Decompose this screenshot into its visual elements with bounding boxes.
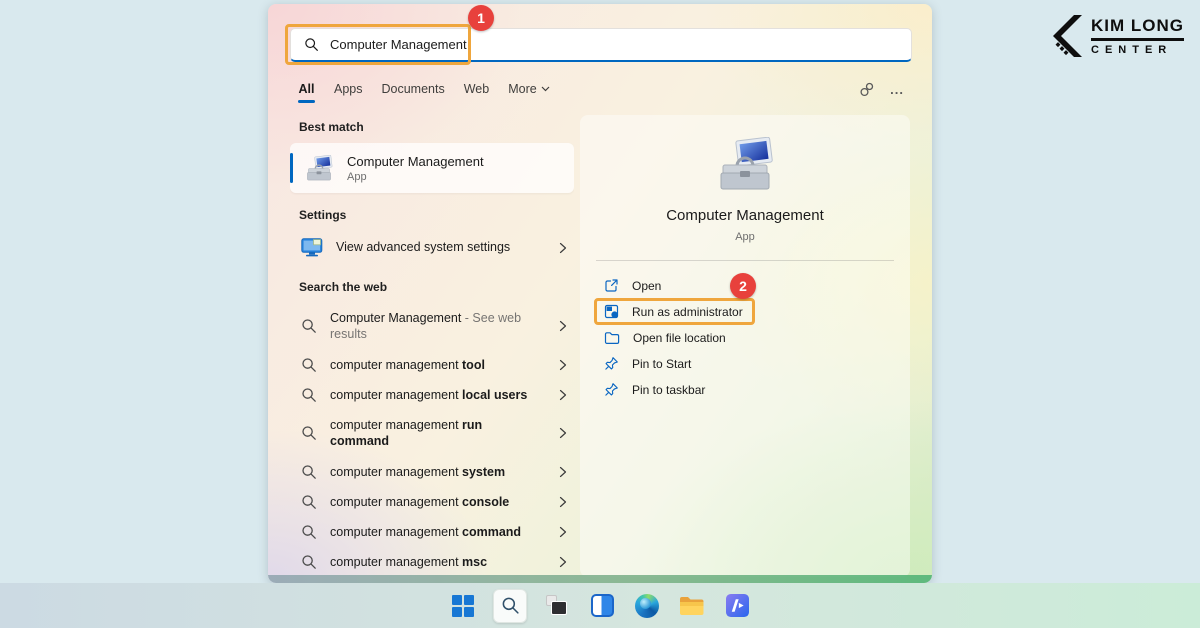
chevron-right-icon bbox=[558, 358, 568, 372]
best-match-name: Computer Management bbox=[347, 154, 484, 169]
detail-app-type: App bbox=[735, 231, 755, 243]
chevron-right-icon bbox=[558, 525, 568, 539]
search-query-text: Computer Management bbox=[330, 37, 467, 52]
results-column: Best match Computer Management App Setti… bbox=[290, 120, 574, 577]
tab-more[interactable]: More bbox=[508, 82, 549, 103]
tab-all[interactable]: All bbox=[298, 82, 315, 103]
edge-icon[interactable] bbox=[632, 591, 662, 621]
open-icon bbox=[604, 278, 619, 293]
file-explorer-icon[interactable] bbox=[677, 591, 707, 621]
annotation-badge-2: 2 bbox=[730, 273, 756, 299]
chevron-right-icon bbox=[558, 495, 568, 509]
web-suggestion-row[interactable]: computer management console bbox=[290, 487, 574, 517]
tab-apps[interactable]: Apps bbox=[334, 82, 363, 103]
selection-accent-bar bbox=[290, 153, 293, 183]
chevron-right-icon bbox=[558, 319, 568, 333]
taskbar-search-icon[interactable] bbox=[493, 589, 527, 623]
app-detail-card: Computer Management App Open bbox=[580, 115, 910, 577]
section-label-best-match: Best match bbox=[299, 120, 574, 134]
chevron-right-icon bbox=[558, 241, 568, 255]
kimlong-logo: KIM LONG CENTER bbox=[1049, 14, 1184, 58]
pin-icon bbox=[604, 356, 619, 371]
chevron-down-icon bbox=[541, 86, 550, 92]
taskbar bbox=[0, 583, 1200, 628]
search-icon bbox=[301, 387, 317, 403]
search-flyout-panel: Computer Management 1 All Apps Documents… bbox=[268, 4, 932, 583]
action-open-file-location[interactable]: Open file location bbox=[601, 325, 910, 350]
tab-documents[interactable]: Documents bbox=[382, 82, 445, 103]
search-icon bbox=[301, 425, 317, 441]
tab-web[interactable]: Web bbox=[464, 82, 489, 103]
chevron-right-icon bbox=[558, 465, 568, 479]
search-icon bbox=[301, 554, 317, 570]
media-player-icon[interactable] bbox=[722, 591, 752, 621]
search-icon bbox=[301, 524, 317, 540]
web-suggestion-row[interactable]: computer management msc bbox=[290, 547, 574, 577]
action-run-as-administrator[interactable]: Run as administrator bbox=[601, 299, 910, 324]
logo-line2: CENTER bbox=[1091, 44, 1184, 56]
web-suggestion-row[interactable]: Computer Management - See web results bbox=[290, 303, 574, 350]
widgets-icon[interactable] bbox=[587, 591, 617, 621]
search-icon bbox=[301, 357, 317, 373]
settings-result-row[interactable]: View advanced system settings bbox=[290, 231, 574, 264]
action-pin-to-start[interactable]: Pin to Start bbox=[601, 351, 910, 376]
logo-line1: KIM LONG bbox=[1091, 16, 1184, 41]
start-icon[interactable] bbox=[448, 591, 478, 621]
search-icon bbox=[301, 494, 317, 510]
section-label-settings: Settings bbox=[299, 208, 574, 222]
web-suggestion-row[interactable]: computer management local users bbox=[290, 380, 574, 410]
action-pin-to-taskbar[interactable]: Pin to taskbar bbox=[601, 377, 910, 402]
web-suggestion-row[interactable]: computer management tool bbox=[290, 350, 574, 380]
task-view-icon[interactable] bbox=[542, 591, 572, 621]
best-match-item[interactable]: Computer Management App bbox=[290, 143, 574, 193]
web-suggestion-row[interactable]: computer management command bbox=[290, 517, 574, 547]
more-options-icon[interactable]: ... bbox=[890, 82, 904, 97]
annotation-badge-1: 1 bbox=[468, 5, 494, 31]
best-match-type: App bbox=[347, 171, 484, 183]
chevron-right-icon bbox=[558, 388, 568, 402]
detail-app-name: Computer Management bbox=[666, 207, 824, 224]
search-icon bbox=[301, 318, 317, 334]
settings-result-label: View advanced system settings bbox=[336, 239, 545, 255]
search-filter-tabs: All Apps Documents Web More bbox=[298, 82, 550, 103]
search-input[interactable]: Computer Management bbox=[290, 28, 912, 62]
run-as-admin-icon bbox=[604, 304, 619, 319]
panel-bottom-edge bbox=[268, 575, 932, 583]
divider bbox=[596, 260, 894, 261]
web-suggestion-row[interactable]: computer management system bbox=[290, 457, 574, 487]
search-icon bbox=[301, 464, 317, 480]
chevron-right-icon bbox=[558, 555, 568, 569]
account-icon[interactable] bbox=[859, 82, 875, 97]
system-settings-icon bbox=[301, 238, 323, 257]
chevron-right-icon bbox=[558, 426, 568, 440]
section-label-search-web: Search the web bbox=[299, 280, 574, 294]
pin-icon bbox=[604, 382, 619, 397]
search-icon bbox=[304, 37, 319, 52]
computer-management-app-icon-large bbox=[714, 137, 776, 193]
kimlong-chevron-icon bbox=[1049, 14, 1083, 58]
computer-management-app-icon bbox=[304, 155, 334, 182]
web-suggestion-text: Computer Management bbox=[330, 311, 461, 325]
folder-icon bbox=[604, 331, 620, 345]
web-suggestion-row[interactable]: computer management run command bbox=[290, 410, 574, 457]
